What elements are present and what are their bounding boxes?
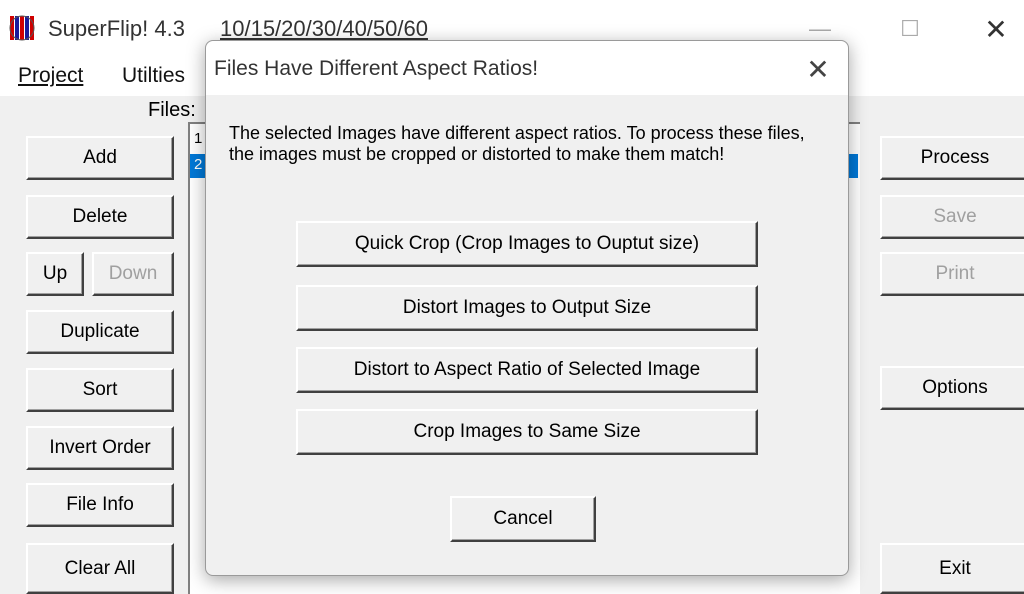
files-label: Files: bbox=[148, 99, 196, 121]
cancel-button[interactable]: Cancel bbox=[450, 496, 596, 542]
app-title: SuperFlip! 4.3 bbox=[48, 16, 185, 41]
distort-to-aspect-ratio-button[interactable]: Distort to Aspect Ratio of Selected Imag… bbox=[296, 347, 758, 393]
duplicate-button[interactable]: Duplicate bbox=[26, 310, 174, 354]
interval-list-title: 10/15/20/30/40/50/60 bbox=[220, 16, 428, 41]
options-button[interactable]: Options bbox=[880, 366, 1024, 410]
close-window-button[interactable]: ✕ bbox=[966, 8, 1024, 50]
print-button[interactable]: Print bbox=[880, 252, 1024, 296]
menu-project-label: Project bbox=[18, 64, 84, 87]
superflip-app-icon[interactable] bbox=[8, 14, 42, 42]
process-button[interactable]: Process bbox=[880, 136, 1024, 180]
dialog-message: The selected Images have different aspec… bbox=[229, 123, 805, 164]
clear-all-button[interactable]: Clear All bbox=[26, 543, 174, 594]
menu-utilities-label: Utilties bbox=[122, 64, 186, 87]
file-list-item-label: 2 bbox=[194, 156, 203, 173]
maximize-button[interactable]: ☐ bbox=[880, 8, 940, 50]
file-list-item[interactable]: 1 bbox=[194, 130, 202, 147]
invert-order-button[interactable]: Invert Order bbox=[26, 426, 174, 470]
distort-to-output-size-button[interactable]: Distort Images to Output Size bbox=[296, 285, 758, 331]
sort-button[interactable]: Sort bbox=[26, 368, 174, 412]
menu-project[interactable]: Project bbox=[18, 64, 83, 88]
delete-button[interactable]: Delete bbox=[26, 195, 174, 239]
file-info-button[interactable]: File Info bbox=[26, 483, 174, 527]
menu-utilities[interactable]: Utilties bbox=[122, 64, 185, 88]
dialog-close-icon[interactable]: ✕ bbox=[798, 49, 838, 89]
add-button[interactable]: Add bbox=[26, 136, 174, 180]
save-button[interactable]: Save bbox=[880, 195, 1024, 239]
aspect-ratio-dialog: Files Have Different Aspect Ratios! ✕ Th… bbox=[205, 40, 849, 576]
quick-crop-button[interactable]: Quick Crop (Crop Images to Ouptut size) bbox=[296, 221, 758, 267]
move-down-button[interactable]: Down bbox=[92, 252, 174, 296]
dialog-title: Files Have Different Aspect Ratios! bbox=[214, 57, 539, 80]
crop-to-same-size-button[interactable]: Crop Images to Same Size bbox=[296, 409, 758, 455]
move-up-button[interactable]: Up bbox=[26, 252, 84, 296]
exit-button[interactable]: Exit bbox=[880, 543, 1024, 594]
